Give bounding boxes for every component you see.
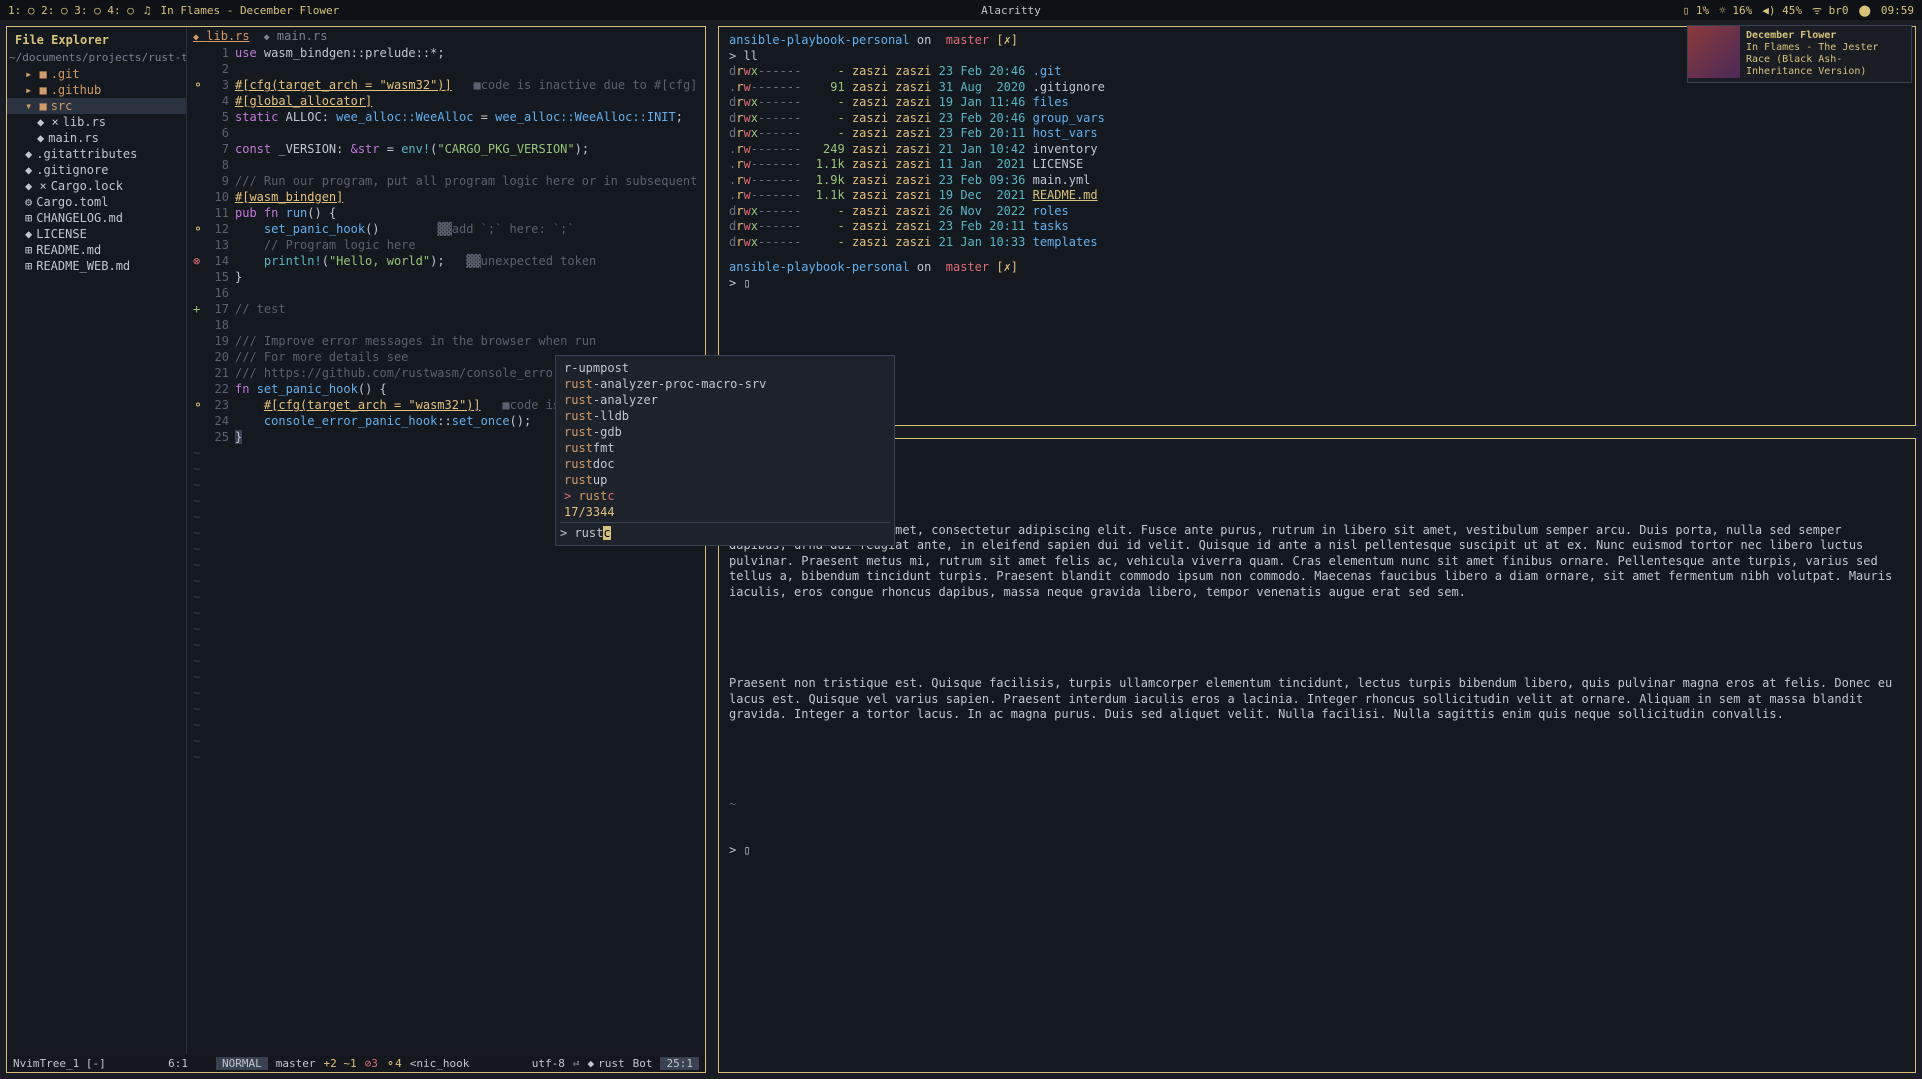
now-playing: In Flames - December Flower: [160, 4, 339, 17]
workspace-indicator[interactable]: 1: ○ 2: ○ 3: ○ 4: ○: [8, 4, 134, 17]
nvimtree-label: NvimTree_1 [-]: [13, 1057, 106, 1070]
popup-item[interactable]: rustup: [560, 472, 890, 488]
volume-indicator: ◀) 45%: [1762, 4, 1802, 17]
git-branch: master: [276, 1057, 316, 1070]
nvimtree-pos: 6:1: [168, 1057, 188, 1070]
tab-main-rs[interactable]: ◆ main.rs: [264, 29, 328, 43]
tree-item[interactable]: ⚙Cargo.toml: [7, 194, 186, 210]
tree-item[interactable]: ▸ ■.github: [7, 82, 186, 98]
album-art-icon: [1688, 26, 1740, 78]
dim-command: > /bin/cat lipsum.txt: [729, 476, 1905, 492]
popup-item[interactable]: r-upmpost: [560, 360, 890, 376]
current-function: <nic_hook: [410, 1057, 470, 1070]
file-explorer-path: ~/documents/projects/rust-te: [7, 49, 186, 66]
fzf-popup[interactable]: r-upmpostrust-analyzer-proc-macro-srvrus…: [555, 355, 895, 546]
vim-mode: NORMAL: [216, 1057, 268, 1070]
brightness-indicator: ☼ 16%: [1719, 4, 1752, 17]
tree-item[interactable]: ◆.gitattributes: [7, 146, 186, 162]
tree-item[interactable]: ◆ ×lib.rs: [7, 114, 186, 130]
tab-lib-rs[interactable]: ◆ lib.rs: [193, 29, 250, 43]
tilde-line: ~: [729, 797, 1905, 813]
tree-item[interactable]: ▾ ■src: [7, 98, 186, 114]
music-icon: ♫: [144, 4, 151, 17]
popup-count: 17/3344: [560, 504, 890, 520]
discord-icon[interactable]: ⬤: [1859, 4, 1871, 17]
fileformat-icon: ⏎: [573, 1057, 580, 1070]
editor-tabs: ◆ lib.rs ◆ main.rs: [187, 27, 705, 45]
battery-indicator: ▯ 1%: [1683, 4, 1710, 17]
wifi-indicator: ᯤ br0: [1812, 3, 1849, 18]
file-explorer-title: File Explorer: [7, 31, 186, 49]
tree-item[interactable]: ◆ ×Cargo.lock: [7, 178, 186, 194]
diagnostics-warn: ⚬4: [386, 1057, 402, 1070]
filetype: ◆ rust: [587, 1057, 624, 1070]
tree-item[interactable]: ▸ ■.git: [7, 66, 186, 82]
tree-item[interactable]: ◆main.rs: [7, 130, 186, 146]
code-editor[interactable]: ⚬ ⚬ ⊗ + ⚬ ~~~~~~~~~~~~~~~~~~~~ 123456789…: [187, 45, 705, 1054]
popup-item[interactable]: rustfmt: [560, 440, 890, 456]
lorem-text: Praesent non tristique est. Quisque faci…: [729, 676, 1905, 723]
cursor-position: 25:1: [660, 1057, 699, 1070]
clock: 09:59: [1881, 4, 1914, 17]
popup-input[interactable]: > rustc: [560, 522, 890, 541]
editor-pane: File Explorer ~/documents/projects/rust-…: [6, 26, 706, 1073]
notification-line: Race (Black Ash-: [1746, 54, 1878, 66]
tree-item[interactable]: ◆.gitignore: [7, 162, 186, 178]
window-title: Alacritty: [339, 4, 1682, 17]
encoding: utf-8: [532, 1057, 565, 1070]
tree-item[interactable]: ⊞CHANGELOG.md: [7, 210, 186, 226]
popup-item[interactable]: rustdoc: [560, 456, 890, 472]
popup-item[interactable]: rust-analyzer-proc-macro-srv: [560, 376, 890, 392]
notification-line: Inheritance Version): [1746, 66, 1878, 78]
notification-title: December Flower: [1746, 30, 1878, 42]
file-explorer[interactable]: File Explorer ~/documents/projects/rust-…: [7, 27, 187, 1054]
diagnostics-error: ⊘3: [365, 1057, 378, 1070]
scroll-position: Bot: [633, 1057, 653, 1070]
status-bar: 1: ○ 2: ○ 3: ○ 4: ○ ♫ In Flames - Decemb…: [0, 0, 1922, 20]
popup-item[interactable]: rust-gdb: [560, 424, 890, 440]
terminal-bottom[interactable]: > /bin/cat lipsum.txt Lorem ipsum dolor …: [718, 438, 1916, 1073]
tree-item[interactable]: ⊞README_WEB.md: [7, 258, 186, 274]
tree-item[interactable]: ◆LICENSE: [7, 226, 186, 242]
notification-line: In Flames - The Jester: [1746, 42, 1878, 54]
tree-item[interactable]: ⊞README.md: [7, 242, 186, 258]
popup-item[interactable]: rustc: [560, 488, 890, 504]
lorem-text: Lorem ipsum dolor sit amet, consectetur …: [729, 523, 1905, 601]
git-changes: +2 ~1: [324, 1057, 357, 1070]
terminal-top[interactable]: ansible-playbook-personal on master [✗]>…: [718, 26, 1916, 426]
popup-item[interactable]: rust-analyzer: [560, 392, 890, 408]
prompt-cursor[interactable]: > ▯: [729, 843, 1905, 859]
status-line: NvimTree_1 [-] 6:1 NORMAL master +2 ~1 ⊘…: [7, 1054, 705, 1072]
music-notification[interactable]: December Flower In Flames - The Jester R…: [1687, 25, 1912, 83]
popup-item[interactable]: rust-lldb: [560, 408, 890, 424]
